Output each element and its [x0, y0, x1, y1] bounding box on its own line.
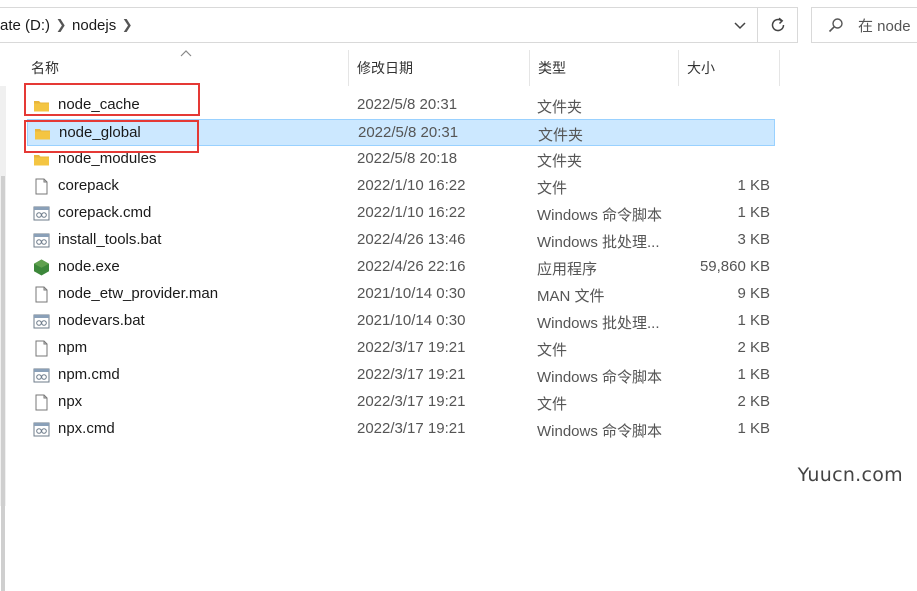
- file-icon: [33, 178, 50, 195]
- file-type: 文件: [537, 180, 568, 197]
- file-row-npm-cmd[interactable]: npm.cmd 2022/3/17 19:21 Windows 命令脚本 1 KB: [27, 362, 775, 389]
- file-name: npm: [58, 339, 88, 356]
- file-type: 文件夹: [538, 127, 584, 144]
- breadcrumb-nodejs[interactable]: nodejs: [72, 17, 116, 34]
- address-bar[interactable]: ate (D:) ❯ nodejs ❯: [0, 7, 758, 43]
- file-date: 2022/4/26 13:46: [357, 231, 466, 248]
- file-name: corepack.cmd: [58, 204, 152, 221]
- file-size: 1 KB: [737, 420, 770, 437]
- breadcrumb-separator-icon[interactable]: ❯: [116, 17, 138, 33]
- file-size: 1 KB: [737, 366, 770, 383]
- refresh-icon: [771, 17, 784, 32]
- file-type: 文件夹: [537, 99, 583, 116]
- file-date: 2022/3/17 19:21: [357, 339, 466, 356]
- file-size: 1 KB: [737, 312, 770, 329]
- file-date: 2022/5/8 20:18: [357, 150, 458, 167]
- file-row-npx-cmd[interactable]: npx.cmd 2022/3/17 19:21 Windows 命令脚本 1 KB: [27, 416, 775, 443]
- file-row-nodevars-bat[interactable]: nodevars.bat 2021/10/14 0:30 Windows 批处理..…: [27, 308, 775, 335]
- search-icon: [828, 17, 844, 33]
- file-name: npx: [58, 393, 83, 410]
- file-type: Windows 命令脚本: [537, 369, 663, 386]
- file-row-node-exe[interactable]: node.exe 2022/4/26 22:16 应用程序 59,860 KB: [27, 254, 775, 281]
- file-date: 2022/1/10 16:22: [357, 204, 466, 221]
- search-box[interactable]: 在 node: [811, 7, 917, 43]
- file-icon: [33, 286, 50, 303]
- file-size: 2 KB: [737, 339, 770, 356]
- file-type: Windows 命令脚本: [537, 207, 663, 224]
- file-date: 2022/5/8 20:31: [358, 124, 459, 141]
- scrollbar-thumb[interactable]: [1, 176, 5, 591]
- node-exe-icon: [33, 259, 50, 276]
- folder-icon: [33, 151, 50, 168]
- file-icon: [33, 394, 50, 411]
- file-row-corepack-cmd[interactable]: corepack.cmd 2022/1/10 16:22 Windows 命令脚本 1…: [27, 200, 775, 227]
- column-header-type[interactable]: 类型: [530, 50, 678, 86]
- file-date: 2022/3/17 19:21: [357, 366, 466, 383]
- file-size: 3 KB: [737, 231, 770, 248]
- watermark: Yuucn.com: [797, 464, 903, 486]
- highlight-box-node-global: [24, 120, 199, 153]
- vertical-scrollbar[interactable]: [0, 86, 6, 591]
- file-type: Windows 批处理...: [537, 315, 660, 332]
- file-size: 59,860 KB: [699, 258, 770, 275]
- script-file-icon: [33, 313, 50, 330]
- file-name: node_etw_provider.man: [58, 285, 219, 302]
- file-size: 9 KB: [737, 285, 770, 302]
- file-date: 2022/3/17 19:21: [357, 420, 466, 437]
- file-date: 2022/1/10 16:22: [357, 177, 466, 194]
- script-file-icon: [33, 232, 50, 249]
- file-type: 文件夹: [537, 153, 583, 170]
- breadcrumb-separator-icon[interactable]: ❯: [50, 17, 72, 33]
- file-icon: [33, 340, 50, 357]
- file-type: Windows 命令脚本: [537, 423, 663, 440]
- file-row-npx[interactable]: npx 2022/3/17 19:21 文件 2 KB: [27, 389, 775, 416]
- file-size: 1 KB: [737, 177, 770, 194]
- highlight-box-node-cache: [24, 83, 200, 116]
- file-row-install-tools-bat[interactable]: install_tools.bat 2022/4/26 13:46 Windows …: [27, 227, 775, 254]
- file-date: 2022/3/17 19:21: [357, 393, 466, 410]
- file-date: 2021/10/14 0:30: [357, 312, 466, 329]
- file-type: 文件: [537, 342, 568, 359]
- file-name: npx.cmd: [58, 420, 115, 437]
- script-file-icon: [33, 421, 50, 438]
- column-header-date[interactable]: 修改日期: [349, 50, 529, 86]
- file-date: 2021/10/14 0:30: [357, 285, 466, 302]
- column-divider[interactable]: [779, 50, 780, 86]
- file-name: corepack: [58, 177, 119, 194]
- file-type: 应用程序: [537, 261, 598, 278]
- file-date: 2022/4/26 22:16: [357, 258, 466, 275]
- file-name: nodevars.bat: [58, 312, 145, 329]
- file-type: 文件: [537, 396, 568, 413]
- file-type: MAN 文件: [537, 288, 605, 305]
- script-file-icon: [33, 205, 50, 222]
- file-type: Windows 批处理...: [537, 234, 660, 251]
- refresh-button[interactable]: [757, 7, 798, 43]
- file-size: 2 KB: [737, 393, 770, 410]
- column-header-name[interactable]: 名称: [23, 50, 348, 86]
- search-placeholder: 在 node: [858, 17, 911, 35]
- breadcrumb-drive[interactable]: ate (D:): [0, 17, 50, 34]
- file-name: npm.cmd: [58, 366, 120, 383]
- file-name: install_tools.bat: [58, 231, 162, 248]
- file-row-corepack[interactable]: corepack 2022/1/10 16:22 文件 1 KB: [27, 173, 775, 200]
- file-date: 2022/5/8 20:31: [357, 96, 458, 113]
- file-size: 1 KB: [737, 204, 770, 221]
- file-row-node-etw-provider-man[interactable]: node_etw_provider.man 2021/10/14 0:30 MAN …: [27, 281, 775, 308]
- file-name: node.exe: [58, 258, 120, 275]
- column-header-size[interactable]: 大小: [679, 50, 779, 86]
- chevron-down-icon[interactable]: [731, 16, 749, 34]
- file-row-npm[interactable]: npm 2022/3/17 19:21 文件 2 KB: [27, 335, 775, 362]
- script-file-icon: [33, 367, 50, 384]
